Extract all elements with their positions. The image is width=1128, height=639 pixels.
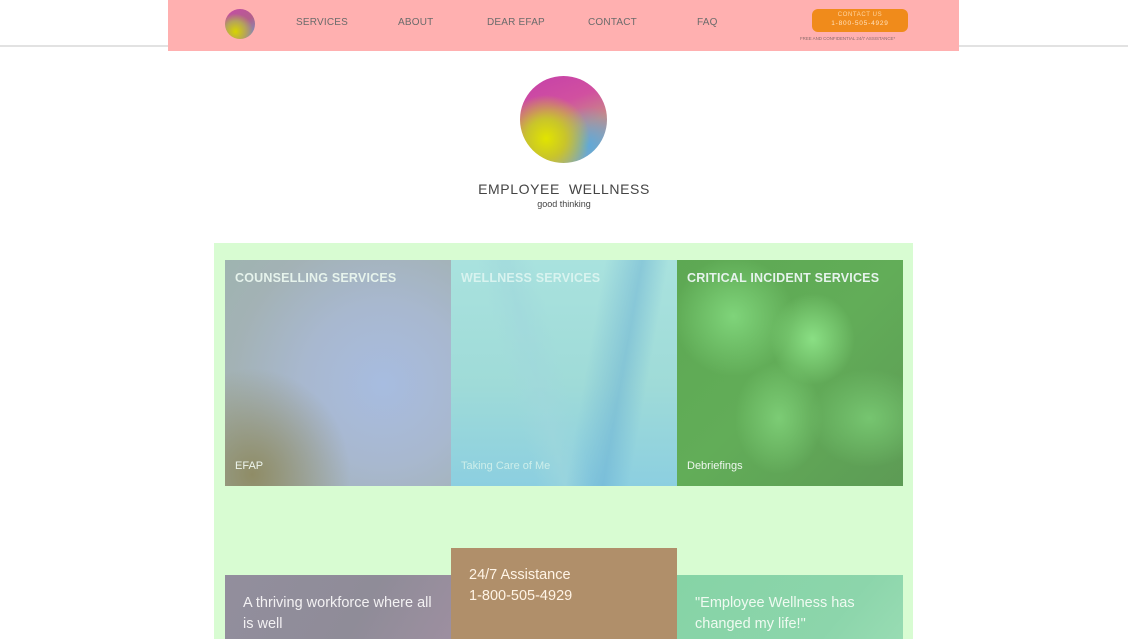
nav-faq[interactable]: FAQ bbox=[697, 17, 718, 28]
assistance-text: 24/7 Assistance 1-800-505-4929 bbox=[469, 565, 572, 607]
logo-icon[interactable] bbox=[225, 9, 255, 39]
testimonial-line-2: changed my life!" bbox=[695, 616, 806, 632]
page: SERVICES ABOUT DEAR EFAP CONTACT FAQ CON… bbox=[0, 0, 1128, 639]
contact-us-label: CONTACT US bbox=[837, 12, 883, 18]
top-navbar: SERVICES ABOUT DEAR EFAP CONTACT FAQ CON… bbox=[168, 0, 959, 51]
testimonial-box: "Employee Wellness has changed my life!" bbox=[677, 575, 903, 639]
card-subtitle: EFAP bbox=[235, 460, 264, 472]
card-wellness-services[interactable]: WELLNESS SERVICES Taking Care of Me bbox=[451, 260, 677, 486]
contact-us-button[interactable]: CONTACT US 1-800-505-4929 bbox=[812, 9, 908, 32]
testimonial-text: "Employee Wellness has changed my life!" bbox=[695, 593, 855, 635]
tagline-text: A thriving workforce where all is well bbox=[243, 593, 432, 635]
card-subtitle: Debriefings bbox=[687, 460, 743, 472]
tagline-box: A thriving workforce where all is well bbox=[225, 575, 451, 639]
nav-about[interactable]: ABOUT bbox=[398, 17, 433, 28]
cta-note: FREE AND CONFIDENTIAL 24/7 ASSISTANCE* bbox=[800, 36, 896, 41]
tagline-line-2: is well bbox=[243, 616, 283, 632]
brand-tagline: good thinking bbox=[537, 199, 591, 209]
card-title: CRITICAL INCIDENT SERVICES bbox=[687, 271, 880, 285]
assistance-phone: 1-800-505-4929 bbox=[469, 588, 573, 604]
brand-title: EMPLOYEE WELLNESS bbox=[478, 181, 650, 197]
tagline-line-1: A thriving workforce where all bbox=[243, 595, 432, 611]
assistance-box[interactable]: 24/7 Assistance 1-800-505-4929 bbox=[451, 548, 677, 639]
contact-phone: 1-800-505-4929 bbox=[831, 20, 889, 27]
brand-logo-icon bbox=[520, 76, 607, 163]
card-title: WELLNESS SERVICES bbox=[461, 271, 601, 285]
card-counselling-services[interactable]: COUNSELLING SERVICES EFAP bbox=[225, 260, 451, 486]
card-subtitle: Taking Care of Me bbox=[461, 460, 551, 472]
testimonial-line-1: "Employee Wellness has bbox=[695, 595, 855, 611]
nav-services[interactable]: SERVICES bbox=[296, 17, 348, 28]
nav-dear-efap[interactable]: DEAR EFAP bbox=[487, 17, 545, 28]
nav-contact[interactable]: CONTACT bbox=[588, 17, 637, 28]
card-title: COUNSELLING SERVICES bbox=[235, 271, 397, 285]
card-critical-incident-services[interactable]: CRITICAL INCIDENT SERVICES Debriefings bbox=[677, 260, 903, 486]
assistance-label: 24/7 Assistance bbox=[469, 567, 571, 583]
